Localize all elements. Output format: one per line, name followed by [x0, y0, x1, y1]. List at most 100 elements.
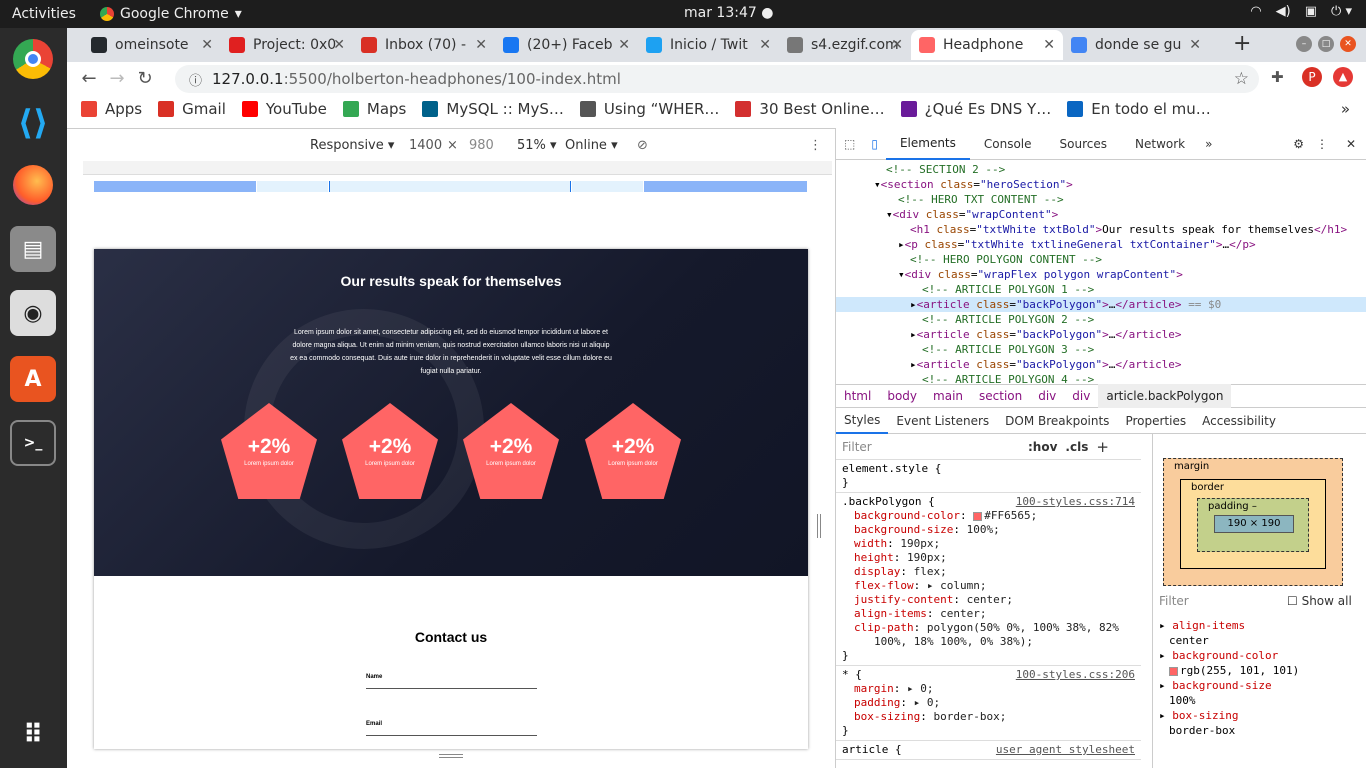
email-field[interactable]: Email	[366, 721, 537, 736]
bookmark-diamond[interactable]: Using “WHER…	[579, 100, 719, 118]
height-input[interactable]: 980	[469, 138, 494, 153]
breakpoint-segment[interactable]	[257, 181, 328, 192]
firefox-dock-icon[interactable]	[10, 162, 56, 208]
name-field[interactable]: Name	[366, 674, 537, 689]
breadcrumb-item[interactable]: div	[1064, 389, 1098, 403]
computed-property[interactable]: ▸ align-items center	[1153, 618, 1366, 648]
dom-node[interactable]: <!-- HERO TXT CONTENT -->	[836, 192, 1366, 207]
close-tab-icon[interactable]: ✕	[475, 37, 487, 53]
bookmark-gmail[interactable]: Gmail	[158, 100, 226, 118]
tab-github[interactable]: omeinsote ✕	[83, 30, 221, 60]
settings-gear-icon[interactable]: ⚙	[1293, 137, 1304, 151]
devtools-tab-console[interactable]: Console	[970, 128, 1046, 160]
bookmark-youtube[interactable]: YouTube	[241, 100, 327, 118]
style-declaration[interactable]: padding: ▸ 0;	[842, 696, 1135, 710]
rule-source-link[interactable]: user agent stylesheet	[996, 743, 1135, 757]
tab-facebook[interactable]: (20+) Faceb ✕	[495, 30, 638, 60]
style-declaration[interactable]: width: 190px;	[842, 537, 1135, 551]
dom-node[interactable]: <!-- ARTICLE POLYGON 1 -->	[836, 282, 1366, 297]
software-dock-icon[interactable]: A	[10, 356, 56, 402]
computed-property[interactable]: ▸ background-size 100%	[1153, 678, 1366, 708]
files-dock-icon[interactable]: ▤	[10, 226, 56, 272]
color-swatch[interactable]	[973, 511, 983, 521]
dom-node[interactable]: <!-- ARTICLE POLYGON 2 -->	[836, 312, 1366, 327]
close-tab-icon[interactable]: ✕	[1043, 37, 1055, 53]
bookmark-maps-pin[interactable]: Maps	[342, 100, 406, 118]
style-declaration[interactable]: height: 190px;	[842, 551, 1135, 565]
rule-selector[interactable]: article {	[842, 743, 902, 756]
computed-filter-input[interactable]: Filter	[1159, 594, 1287, 608]
breadcrumb-item[interactable]: div	[1030, 389, 1064, 403]
close-tab-icon[interactable]: ✕	[201, 37, 213, 53]
dom-node[interactable]: <!-- ARTICLE POLYGON 4 -->	[836, 372, 1366, 384]
bookmark-h[interactable]: ¿Qué Es DNS Y…	[900, 100, 1051, 118]
dom-node[interactable]: ▸<article class="backPolygon">…</article…	[836, 297, 1366, 312]
close-tab-icon[interactable]: ✕	[1189, 37, 1201, 53]
bookmark-ux[interactable]: 30 Best Online…	[735, 100, 885, 118]
rule-source-link[interactable]: 100-styles.css:206	[1016, 668, 1135, 682]
resize-handle-bottom[interactable]	[439, 754, 463, 758]
box-model-margin[interactable]: margin border padding – 190 × 190	[1163, 458, 1343, 586]
forward-icon[interactable]: →	[103, 68, 131, 89]
breakpoint-bar[interactable]	[83, 161, 832, 175]
box-model-content[interactable]: 190 × 190	[1214, 515, 1294, 533]
styles-tab-accessibility[interactable]: Accessibility	[1194, 408, 1284, 434]
resize-handle-right[interactable]	[817, 514, 821, 538]
hov-toggle[interactable]: :hov	[1028, 440, 1057, 454]
bookmark-apps-grid[interactable]: Apps	[81, 100, 142, 118]
tab-pentagon[interactable]: Headphone ✕	[911, 30, 1063, 60]
box-model-border[interactable]: border padding – 190 × 190	[1180, 479, 1326, 569]
rule-selector[interactable]: .backPolygon {	[842, 495, 935, 508]
clock[interactable]: mar 13:47 ●	[684, 5, 773, 21]
dom-node[interactable]: ▾<div class="wrapFlex polygon wrapConten…	[836, 267, 1366, 282]
breadcrumb-item[interactable]: body	[879, 389, 925, 403]
close-tab-icon[interactable]: ✕	[618, 37, 630, 53]
inspect-icon[interactable]: ⬚	[836, 137, 863, 151]
rhythmbox-dock-icon[interactable]: ◉	[10, 290, 56, 336]
address-bar[interactable]: ⓘ 127.0.0.1:5500/holberton-headphones/10…	[175, 65, 1259, 93]
device-toggle-icon[interactable]: ▯	[863, 137, 886, 151]
extensions-icon[interactable]: ✚	[1271, 68, 1284, 86]
devtools-tab-network[interactable]: Network	[1121, 128, 1199, 160]
width-input[interactable]: 1400	[409, 138, 442, 153]
activities-button[interactable]: Activities	[0, 6, 100, 22]
breadcrumb-item[interactable]: main	[925, 389, 971, 403]
computed-property[interactable]: ▸ background-color rgb(255, 101, 101)	[1153, 648, 1366, 678]
dom-node[interactable]: <!-- SECTION 2 -->	[836, 162, 1366, 177]
tab-google[interactable]: donde se gu ✕	[1063, 30, 1209, 60]
style-declaration[interactable]: align-items: center;	[842, 607, 1135, 621]
tab-globe[interactable]: s4.ezgif.com ✕	[779, 30, 911, 60]
rotate-icon[interactable]: ⊘	[637, 138, 648, 153]
style-declaration[interactable]: box-sizing: border-box;	[842, 710, 1135, 724]
chrome-dock-icon[interactable]	[10, 36, 56, 82]
bookmark-linkedin[interactable]: En todo el mu…	[1067, 100, 1211, 118]
devtools-tab-elements[interactable]: Elements	[885, 128, 970, 160]
system-tray[interactable]: ◠ ◀) ▣ ⏻ ▾	[1250, 4, 1352, 19]
cls-toggle[interactable]: .cls	[1065, 440, 1088, 454]
terminal-dock-icon[interactable]: >_	[10, 420, 56, 466]
more-options-icon[interactable]: ⋮	[809, 138, 822, 153]
breadcrumb-item[interactable]: article.backPolygon	[1098, 384, 1232, 408]
style-declaration[interactable]: display: flex;	[842, 565, 1135, 579]
rule-selector[interactable]: * {	[842, 668, 862, 681]
add-rule-icon[interactable]: +	[1096, 438, 1109, 456]
breakpoint-segment[interactable]	[329, 181, 571, 192]
close-icon[interactable]: ✕	[1346, 137, 1356, 151]
dom-node[interactable]: ▸<article class="backPolygon">…</article…	[836, 357, 1366, 372]
bookmarks-more-icon[interactable]: »	[1341, 100, 1350, 118]
breadcrumb-item[interactable]: html	[836, 389, 879, 403]
rule-selector[interactable]: element.style {	[842, 462, 941, 475]
styles-tab-dom-breakpoints[interactable]: DOM Breakpoints	[997, 408, 1117, 434]
show-apps-icon[interactable]: ⠿	[10, 712, 56, 758]
styles-tab-properties[interactable]: Properties	[1117, 408, 1194, 434]
style-declaration[interactable]: clip-path: polygon(50% 0%, 100% 38%, 82%	[842, 621, 1135, 635]
styles-tab-styles[interactable]: Styles	[836, 408, 889, 434]
app-menu[interactable]: Google Chrome ▾	[100, 6, 242, 22]
network-select[interactable]: Online ▾	[565, 138, 618, 153]
breakpoint-segment[interactable]	[94, 181, 256, 192]
new-tab-icon[interactable]: +	[1233, 31, 1251, 56]
dom-node[interactable]: ▾<div class="wrapContent">	[836, 207, 1366, 222]
dom-node[interactable]: <!-- HERO POLYGON CONTENT -->	[836, 252, 1366, 267]
more-tabs-icon[interactable]: »	[1199, 137, 1218, 151]
minimize-icon[interactable]: –	[1296, 36, 1312, 52]
